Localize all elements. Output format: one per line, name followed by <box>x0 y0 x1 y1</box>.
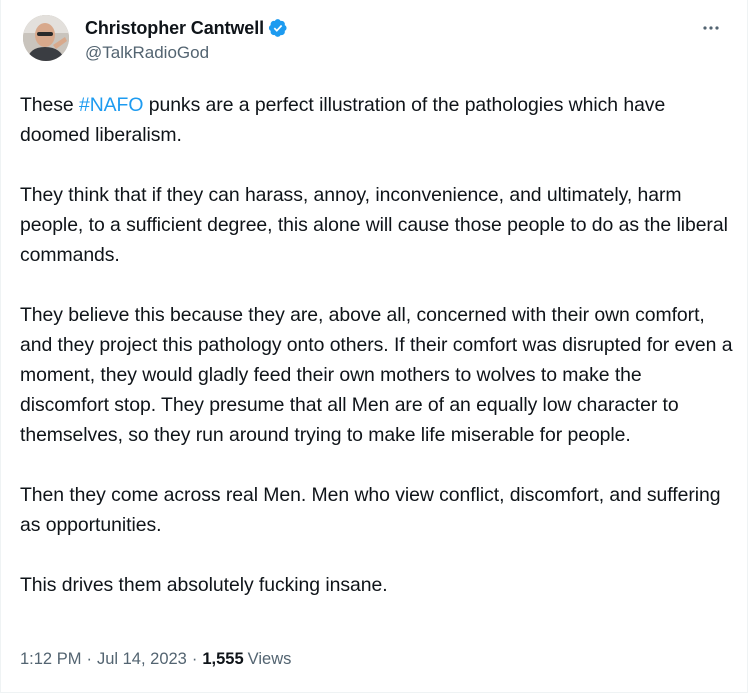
separator-dot: · <box>191 650 198 668</box>
separator-dot: · <box>86 650 92 668</box>
more-options-button[interactable] <box>697 14 725 42</box>
tweet-paragraph-3: They believe this because they are, abov… <box>20 304 733 446</box>
avatar[interactable] <box>23 15 69 61</box>
tweet-time: 1:12 PM <box>20 650 82 668</box>
tweet-text-segment: These <box>20 94 79 116</box>
views-count: 1,555 <box>202 650 244 668</box>
hashtag-link[interactable]: #NAFO <box>79 94 143 116</box>
tweet-text: These #NAFO punks are a perfect illustra… <box>20 90 735 630</box>
tweet-card: Christopher Cantwell @TalkRadioGod These… <box>0 0 748 693</box>
more-horizontal-icon <box>703 26 719 30</box>
author-handle[interactable]: @TalkRadioGod <box>85 43 209 63</box>
tweet-paragraph-4: Then they come across real Men. Men who … <box>20 484 721 536</box>
verified-badge-icon[interactable] <box>268 18 288 38</box>
tweet-metadata: 1:12 PM · Jul 14, 2023 · 1,555 Views <box>20 650 291 669</box>
tweet-date: Jul 14, 2023 <box>96 650 187 668</box>
tweet-paragraph-1: These #NAFO punks are a perfect illustra… <box>20 90 735 150</box>
author-display-name[interactable]: Christopher Cantwell <box>85 18 264 39</box>
avatar-image <box>23 15 69 61</box>
tweet-paragraph-2: They think that if they can harass, anno… <box>20 184 728 266</box>
tweet-date-link[interactable]: Jul 14, 2023 <box>97 650 187 669</box>
tweet-time-link[interactable]: 1:12 PM <box>20 650 81 669</box>
views-label: Views <box>247 650 292 668</box>
tweet-paragraph-5: This drives them absolutely fucking insa… <box>20 574 388 596</box>
author-name-row: Christopher Cantwell <box>85 16 288 40</box>
